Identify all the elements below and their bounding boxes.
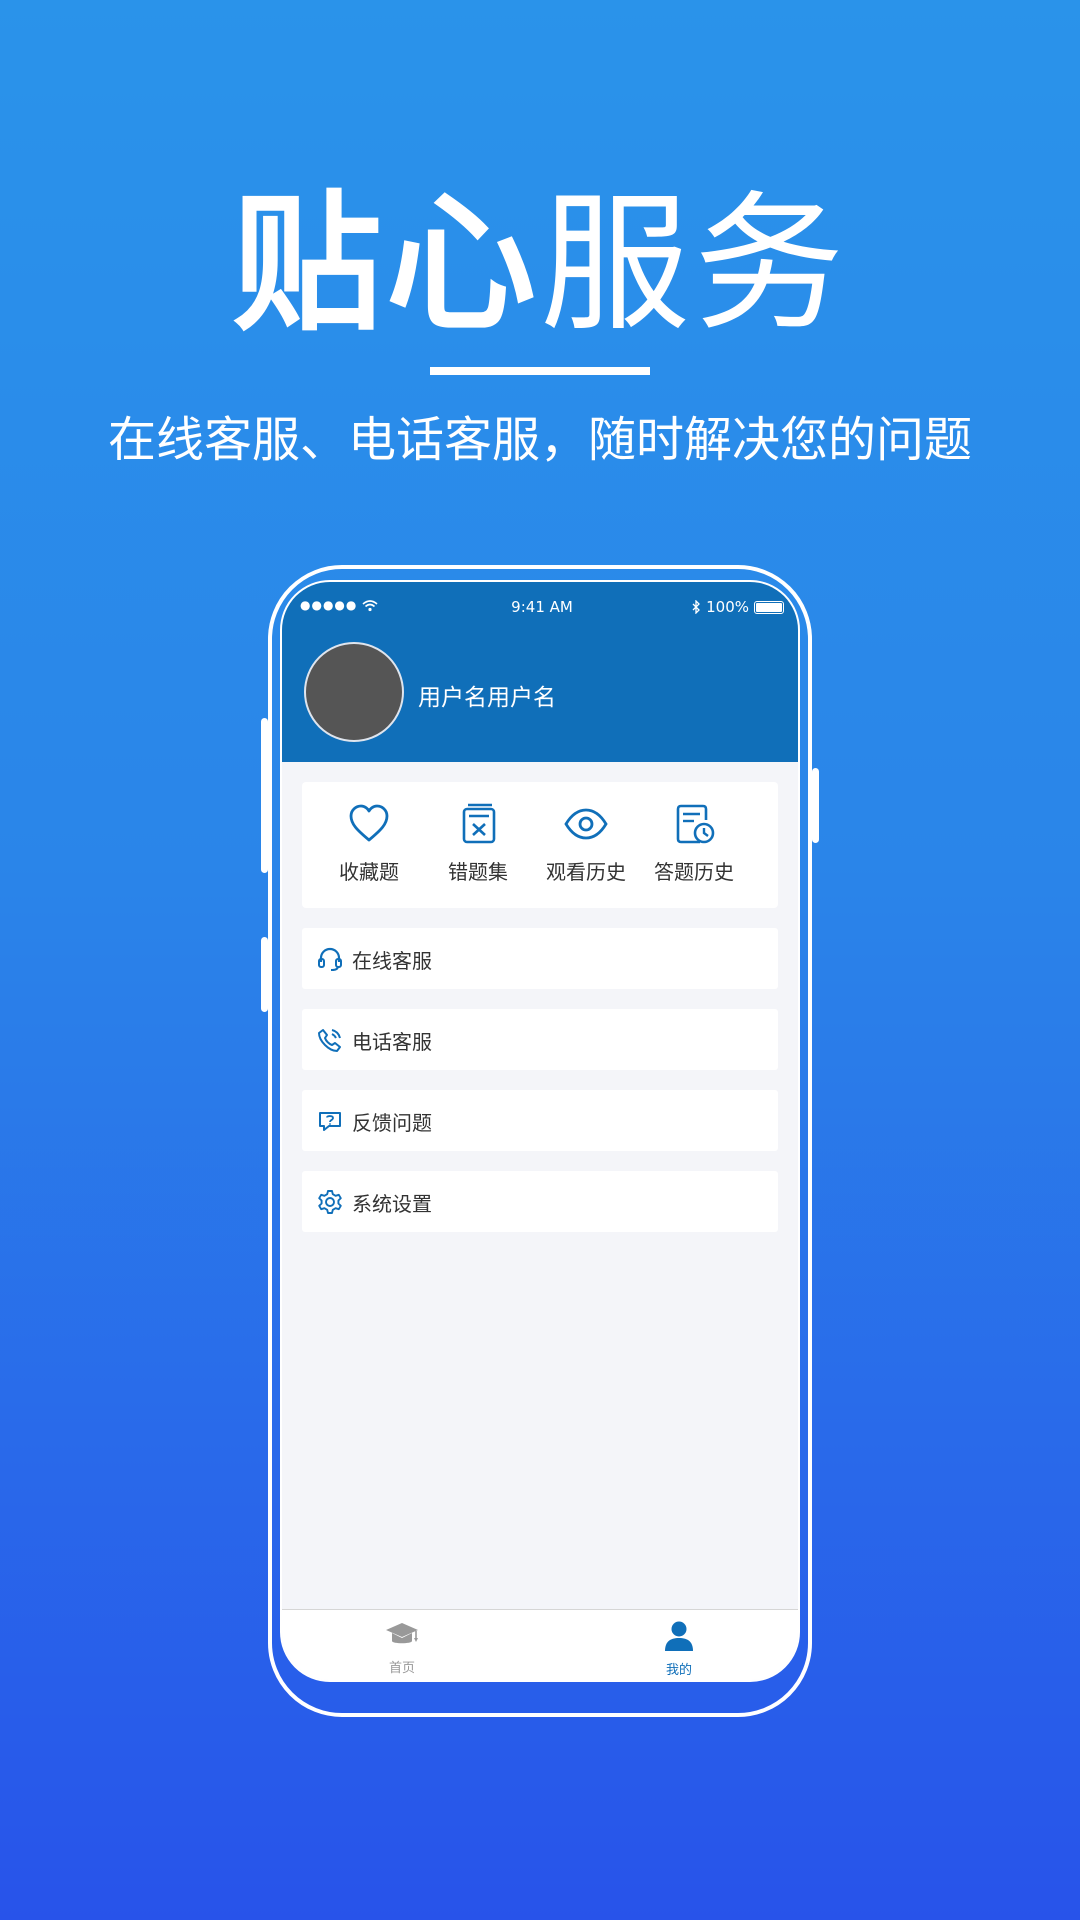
menu-label: 反馈问题 — [352, 1111, 432, 1135]
battery-icon — [754, 600, 784, 614]
avatar[interactable] — [304, 642, 404, 742]
promo-title-bold: 贴心 — [231, 178, 540, 352]
promo-subtitle: 在线客服、电话客服，随时解决您的问题 — [107, 412, 972, 468]
headset-icon — [318, 947, 342, 971]
shortcut-favorites[interactable]: 收藏题 — [314, 802, 424, 892]
promo-title-light: 服务 — [540, 178, 849, 352]
eye-icon — [564, 808, 608, 840]
answer-history-icon — [676, 804, 715, 844]
phone-screen: ●●●●● 9:41 AM 100% 用户名用户名 收藏题 错题集 观看历史 答… — [280, 580, 800, 1682]
title-underline — [430, 367, 650, 375]
status-right: 100% — [692, 598, 784, 616]
shortcut-answer-history[interactable]: 答题历史 — [639, 802, 749, 892]
menu-item-feedback[interactable]: 反馈问题 — [302, 1090, 778, 1151]
battery-percent: 100% — [706, 598, 749, 616]
tab-label: 首页 — [388, 1661, 415, 1676]
menu-item-phone-service[interactable]: 电话客服 — [302, 1009, 778, 1070]
shortcut-label: 错题集 — [448, 860, 508, 884]
phone-volume-button — [261, 718, 268, 873]
status-bar: ●●●●● 9:41 AM 100% — [282, 598, 798, 620]
menu-label: 在线客服 — [352, 949, 432, 973]
shortcut-watch-history[interactable]: 观看历史 — [531, 802, 641, 892]
shortcut-label: 收藏题 — [339, 860, 399, 884]
phone-power-button — [812, 768, 819, 843]
profile-header: ●●●●● 9:41 AM 100% 用户名用户名 — [282, 582, 798, 762]
wrong-book-icon — [462, 803, 496, 844]
graduation-cap-icon — [386, 1623, 418, 1644]
user-icon — [665, 1621, 693, 1651]
phone-volume-button-2 — [261, 937, 268, 1012]
menu-item-online-service[interactable]: 在线客服 — [302, 928, 778, 989]
username[interactable]: 用户名用户名 — [418, 678, 556, 712]
heart-icon — [349, 804, 389, 842]
menu-label: 电话客服 — [352, 1030, 432, 1054]
tab-bar: 首页 我的 — [282, 1609, 798, 1680]
shortcut-label: 答题历史 — [654, 860, 734, 884]
tab-label: 我的 — [665, 1663, 692, 1678]
tab-mine[interactable]: 我的 — [639, 1620, 719, 1678]
menu-label: 系统设置 — [352, 1192, 432, 1216]
shortcut-wrong-questions[interactable]: 错题集 — [423, 802, 533, 892]
promo-title: 贴心服务 — [0, 180, 1080, 350]
shortcut-card: 收藏题 错题集 观看历史 答题历史 — [302, 782, 778, 908]
menu-item-settings[interactable]: 系统设置 — [302, 1171, 778, 1232]
gear-icon — [318, 1190, 342, 1214]
phone-icon — [318, 1029, 341, 1052]
tab-home[interactable]: 首页 — [362, 1620, 442, 1676]
bluetooth-icon — [692, 600, 701, 614]
feedback-icon — [319, 1112, 341, 1131]
shortcut-label: 观看历史 — [546, 860, 626, 884]
